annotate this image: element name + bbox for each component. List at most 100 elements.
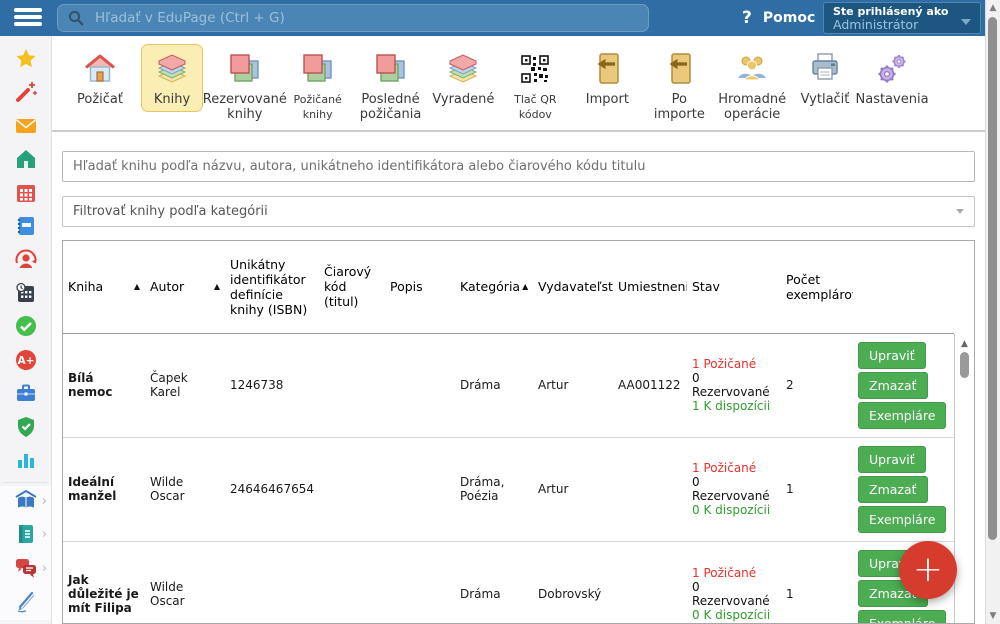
category-filter-select[interactable]: Filtrovať knihy podľa kategórii xyxy=(62,196,975,227)
status-k-dispozicii: 0 K dispozícii xyxy=(692,503,776,517)
scroll-up-icon[interactable]: ▲ xyxy=(955,339,974,349)
copies-button[interactable]: Exempláre xyxy=(858,506,946,533)
column-header-autor[interactable]: Autor▲ xyxy=(145,241,225,333)
page-scrollbar[interactable]: ▲ ▼ xyxy=(985,0,1000,624)
page-scrollbar-thumb[interactable] xyxy=(988,17,997,540)
delete-button[interactable]: Zmazať xyxy=(858,476,928,503)
status-k-dispozicii: 1 K dispozícii xyxy=(692,399,776,413)
cell-autor: Wilde Oscar xyxy=(145,437,225,541)
chevron-right-icon: › xyxy=(42,530,47,540)
global-search-input[interactable] xyxy=(93,9,638,27)
people-icon xyxy=(732,49,772,89)
column-header-kategoria[interactable]: Kategória▲ xyxy=(455,241,533,333)
sidebar-item-sign[interactable] xyxy=(0,587,51,620)
sidebar-item-favorites[interactable] xyxy=(0,44,51,77)
user-menu[interactable]: Ste prihlásený ako Administrátor xyxy=(823,2,981,34)
star-icon xyxy=(14,47,38,75)
toolbar-item-knihy[interactable]: Knihy xyxy=(141,44,203,112)
toolbar-item-pozicat[interactable]: Požičať xyxy=(69,44,131,112)
sidebar-item-substitution[interactable] xyxy=(0,245,51,278)
library-icon xyxy=(14,489,38,517)
cell-popis xyxy=(385,437,455,541)
toolbar-item-po-importe[interactable]: Po importe xyxy=(648,44,710,127)
help-button[interactable]: ? Pomoc xyxy=(742,0,815,36)
column-header-ciarovy-kod[interactable]: Čiarový kód (titul) xyxy=(319,241,385,333)
toolbar-item-tlac-qr-kodov[interactable]: Tlač QR kódov xyxy=(504,44,566,127)
table-scrollbar-thumb[interactable] xyxy=(960,352,969,378)
column-header-actions xyxy=(853,241,954,333)
cell-ciarovy-kod xyxy=(319,437,385,541)
book-search-input[interactable] xyxy=(62,151,975,182)
search-icon xyxy=(68,10,84,26)
toolbar-item-import[interactable]: Import xyxy=(576,44,638,112)
sidebar-item-wizard[interactable] xyxy=(0,77,51,110)
delete-button[interactable]: Zmazať xyxy=(858,372,928,399)
import-icon xyxy=(588,49,626,89)
cell-autor: Wilde Oscar xyxy=(145,541,225,624)
toolbar-item-pozicane-knihy[interactable]: Požičané knihy xyxy=(287,44,349,127)
toolbar-item-vytlacit[interactable]: Vytlačiť xyxy=(794,44,856,112)
column-header-vydavatelstvo[interactable]: Vydavateľstvo xyxy=(533,241,613,333)
timetable-icon xyxy=(14,181,38,209)
sidebar-item-control[interactable] xyxy=(0,412,51,445)
copies-button[interactable]: Exempláre xyxy=(858,402,946,429)
column-header-pocet-exemplarov[interactable]: Počet exemplárov xyxy=(781,241,853,333)
sidebar-item-attendance[interactable] xyxy=(0,312,51,345)
column-header-popis[interactable]: Popis xyxy=(385,241,455,333)
cell-stav: 1 Požičané 0 Rezervované 1 K dispozícii xyxy=(687,333,781,437)
add-book-button[interactable]: + xyxy=(899,541,957,599)
chevron-right-icon: › xyxy=(42,497,47,507)
toolbar-label: Rezervované knihy xyxy=(203,92,287,122)
sidebar-item-classregister[interactable] xyxy=(0,211,51,244)
cell-pocet-exemplarov: 2 xyxy=(781,333,853,437)
chat-icon xyxy=(14,556,38,584)
cell-vydavatelstvo: Artur xyxy=(533,333,613,437)
copies-button[interactable]: Exempláre xyxy=(858,610,946,624)
table-scrollbar[interactable]: ▲ xyxy=(954,334,974,623)
sidebar-item-library[interactable]: › xyxy=(0,486,51,519)
cell-umiestnenie xyxy=(613,437,687,541)
status-pozicane: 1 Požičané xyxy=(692,461,776,475)
column-header-stav[interactable]: Stav xyxy=(687,241,781,333)
sort-asc-icon: ▲ xyxy=(214,282,220,291)
toolbar-item-nastavenia[interactable]: Nastavenia xyxy=(861,44,923,112)
table-row: Ideální manžel Wilde Oscar 24646467654 D… xyxy=(63,437,954,541)
edit-button[interactable]: Upraviť xyxy=(858,342,926,369)
sidebar-item-plans[interactable] xyxy=(0,278,51,311)
home-icon xyxy=(14,147,38,175)
sidebar-item-messages[interactable] xyxy=(0,111,51,144)
column-header-kniha[interactable]: Kniha▲ xyxy=(63,241,145,333)
column-header-umiestnenie[interactable]: Umiestnenie xyxy=(613,241,687,333)
toolbar-item-hromadne-operacie[interactable]: Hromadné operácie xyxy=(720,44,784,127)
table-row: Jak důležité je mít Filipa Wilde Oscar D… xyxy=(63,541,954,624)
cell-popis xyxy=(385,333,455,437)
toolbar-item-posledne-pozicania[interactable]: Posledné požičania xyxy=(359,44,423,127)
magic-wand-icon xyxy=(14,80,38,108)
cell-vydavatelstvo: Artur xyxy=(533,437,613,541)
toolbar-item-rezervovane-knihy[interactable]: Rezervované knihy xyxy=(213,44,277,127)
table-row: Bílá nemoc Čapek Karel 1246738 Dráma Art… xyxy=(63,333,954,437)
edit-button[interactable]: Upraviť xyxy=(858,446,926,473)
sidebar-item-grades[interactable]: A+ xyxy=(0,345,51,378)
column-header-isbn[interactable]: Unikátny identifikátor definície knihy (… xyxy=(225,241,319,333)
cell-ciarovy-kod xyxy=(319,541,385,624)
sidebar: A+ › › › xyxy=(0,36,52,624)
sidebar-item-agenda[interactable] xyxy=(0,379,51,412)
toolbar-item-vyradene[interactable]: Vyradené xyxy=(432,44,494,112)
toolbar-label: Posledné požičania xyxy=(360,92,422,122)
sidebar-item-communication[interactable]: › xyxy=(0,553,51,586)
status-rezervovane: 0 Rezervované xyxy=(692,371,776,399)
sidebar-item-timetable[interactable] xyxy=(0,178,51,211)
scroll-down-icon[interactable]: ▼ xyxy=(986,611,1000,621)
sidebar-item-home[interactable] xyxy=(0,144,51,177)
scroll-up-icon[interactable]: ▲ xyxy=(986,3,1000,13)
gears-icon xyxy=(873,49,911,89)
documents-icon xyxy=(14,522,38,550)
sidebar-item-documents[interactable]: › xyxy=(0,520,51,553)
menu-icon[interactable] xyxy=(14,8,42,28)
sidebar-item-results[interactable] xyxy=(0,446,51,479)
global-search[interactable] xyxy=(57,4,649,32)
svg-text:A+: A+ xyxy=(17,355,34,367)
qr-code-icon xyxy=(517,49,553,89)
toolbar-label: Vytlačiť xyxy=(801,92,850,107)
